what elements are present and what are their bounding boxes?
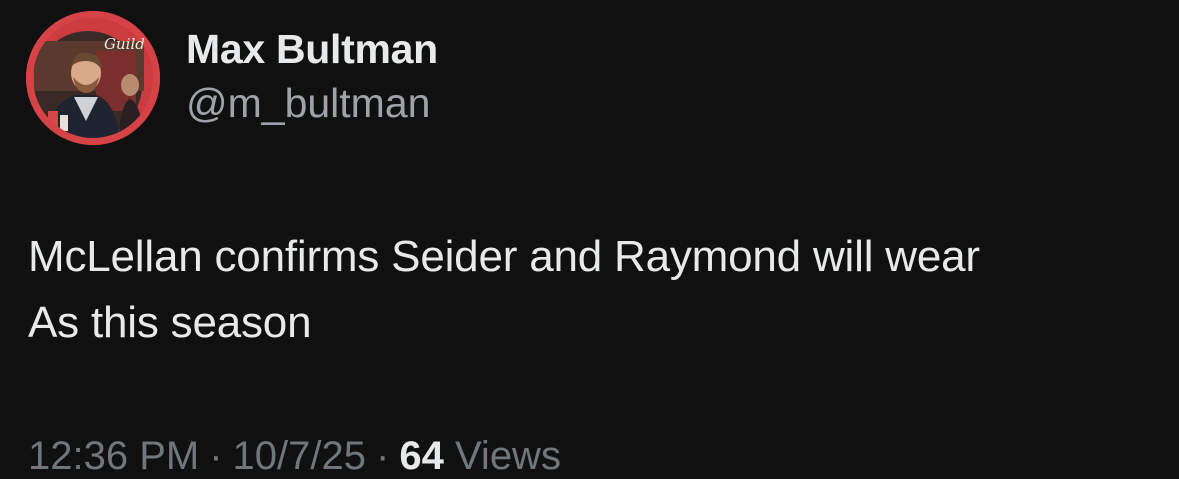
avatar-photo: Guild	[26, 11, 160, 145]
meta-separator: ·	[376, 434, 390, 478]
author-display-name[interactable]: Max Bultman	[186, 26, 438, 73]
tweet-time[interactable]: 12:36 PM	[28, 434, 199, 478]
tweet-card: Guild Max Bultman @m_bultman McLellan co…	[0, 0, 1179, 478]
tweet-date[interactable]: 10/7/25	[233, 434, 366, 478]
views-label: Views	[454, 434, 561, 478]
tweet-text: McLellan confirms Seider and Raymond wil…	[28, 224, 1158, 356]
tweet-text-line: McLellan confirms Seider and Raymond wil…	[28, 232, 980, 281]
avatar[interactable]: Guild	[26, 11, 160, 145]
tweet-text-line: As this season	[28, 298, 312, 347]
avatar-badge-text: Guild	[104, 35, 145, 53]
meta-separator: ·	[209, 434, 223, 478]
views-count: 64	[399, 434, 444, 478]
author-handle[interactable]: @m_bultman	[186, 80, 430, 127]
tweet-meta: 12:36 PM · 10/7/25 · 64 Views	[28, 434, 561, 479]
